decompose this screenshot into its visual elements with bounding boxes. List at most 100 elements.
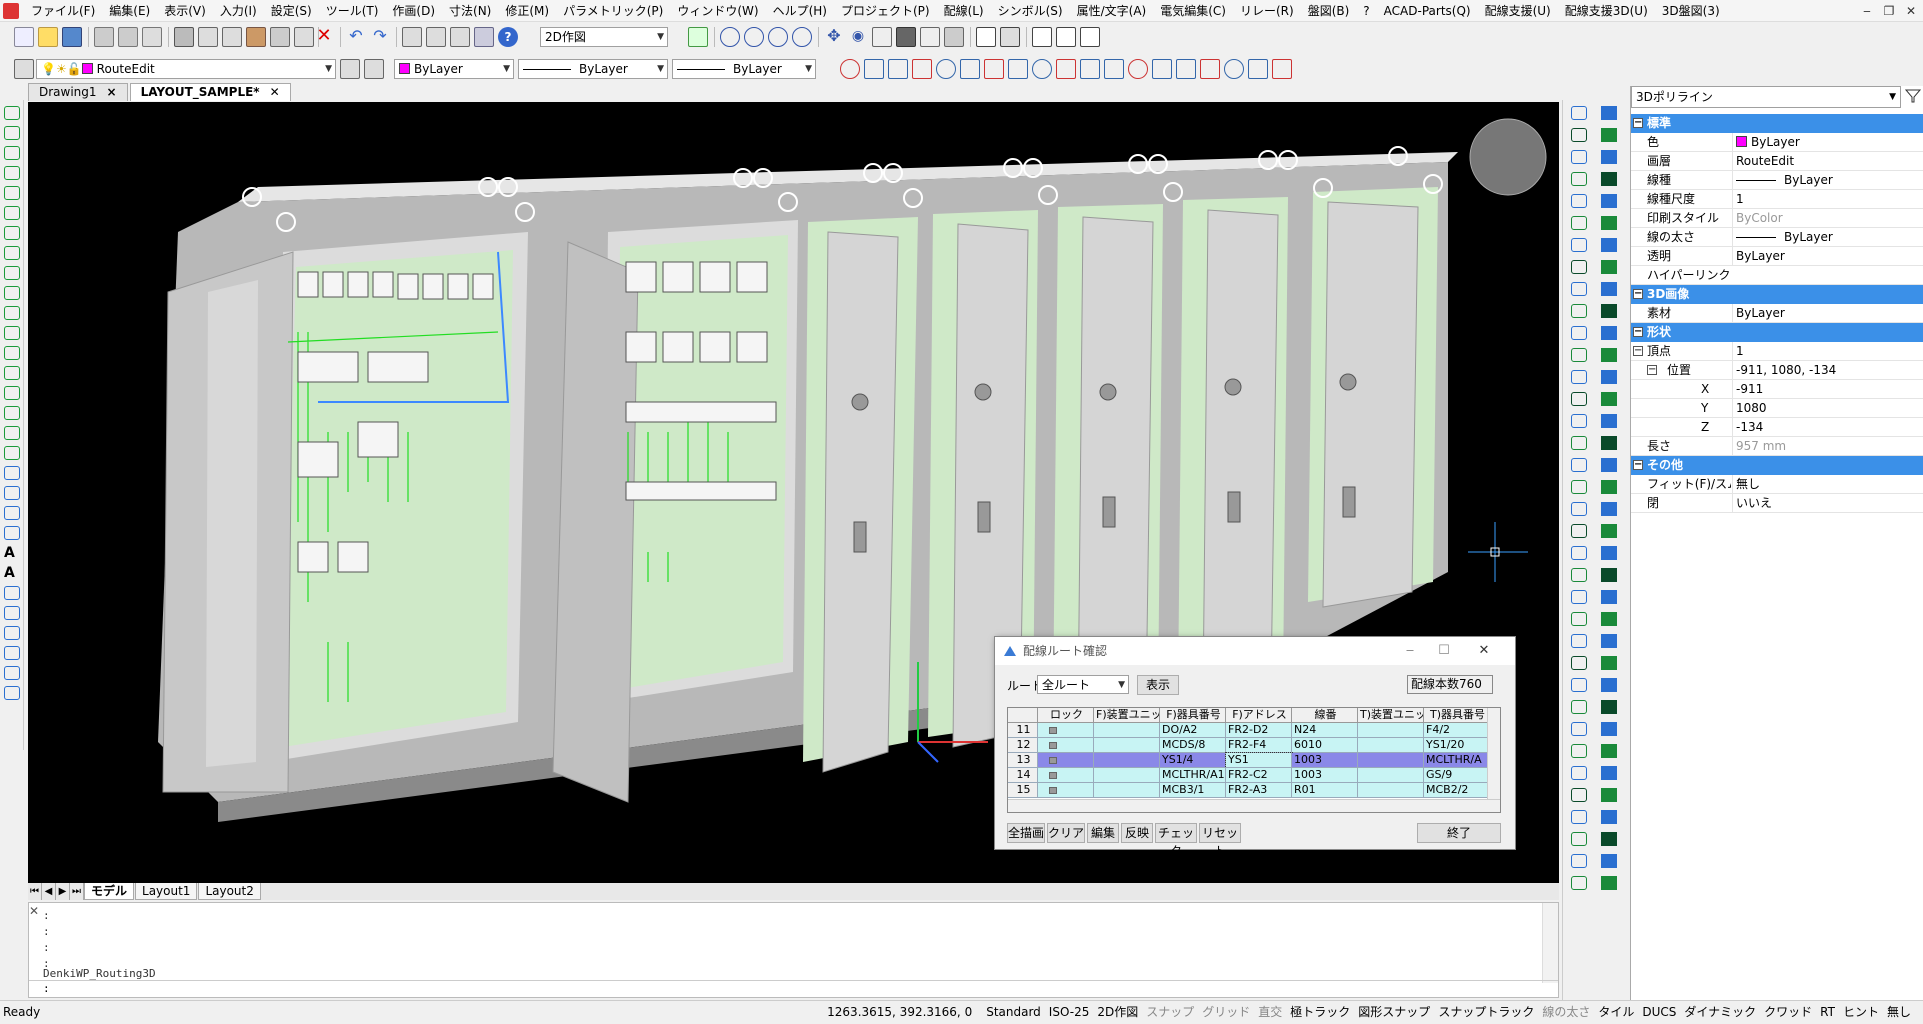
draw-tool-icon[interactable] [4, 606, 20, 620]
zoom-window-icon[interactable] [768, 27, 788, 47]
layer-previous-icon[interactable] [364, 59, 384, 79]
dialog-maximize-icon[interactable]: ☐ [1429, 637, 1459, 665]
menu-item[interactable]: シンボル(S) [991, 0, 1070, 22]
modify-tool-icon[interactable] [1571, 656, 1587, 670]
osnap-icon[interactable] [1272, 59, 1292, 79]
redo-icon[interactable]: ↷ [370, 27, 390, 47]
cell-f_dev[interactable]: DO/A2 [1160, 723, 1226, 738]
undo-icon[interactable]: ↶ [346, 27, 366, 47]
tab-model[interactable]: モデル [84, 883, 135, 900]
collapse-icon[interactable]: − [1633, 460, 1643, 470]
close-icon[interactable]: ✕ [1900, 2, 1922, 20]
modify-tool-icon[interactable] [1571, 612, 1587, 626]
modify-tool-icon[interactable] [1571, 854, 1587, 868]
open-icon[interactable] [38, 27, 58, 47]
routing-tool-icon[interactable] [1601, 656, 1617, 670]
cell-t_dev[interactable]: GS/9 [1424, 768, 1490, 783]
draw-tool-icon[interactable] [4, 206, 20, 220]
section-other[interactable]: − その他 [1631, 456, 1923, 475]
prop-position[interactable]: − 位置 -911, 1080, -134 [1631, 361, 1923, 380]
cell-f_addr[interactable]: FR2-D2 [1226, 723, 1292, 738]
menu-item[interactable]: 編集(E) [102, 0, 157, 22]
routing-tool-icon[interactable] [1601, 722, 1617, 736]
command-close-icon[interactable]: ✕ [29, 904, 39, 918]
quick-select-icon[interactable] [1905, 88, 1921, 104]
cell-t_dev[interactable]: MCLTHR/A [1424, 753, 1490, 768]
close-tab-icon[interactable]: × [107, 85, 117, 99]
prop-color[interactable]: 色 ByLayer [1631, 133, 1923, 152]
status-toggle[interactable]: ISO-25 [1045, 1001, 1094, 1024]
osnap-icon[interactable] [936, 59, 956, 79]
modify-tool-icon[interactable] [1571, 458, 1587, 472]
routing-tool-icon[interactable] [1601, 150, 1617, 164]
lineweight-combo[interactable]: ByLayer ▼ [672, 59, 816, 79]
draw-tool-icon[interactable] [4, 346, 20, 360]
routing-tool-icon[interactable] [1601, 304, 1617, 318]
dialog-button-5[interactable]: リセット [1199, 823, 1241, 858]
layer-combo[interactable]: 💡☀🔓 RouteEdit ▼ [36, 59, 336, 79]
draw-tool-icon[interactable] [4, 626, 20, 640]
close-tab-icon[interactable]: ✕ [270, 85, 280, 99]
osnap-icon[interactable] [1080, 59, 1100, 79]
lock-cell[interactable] [1038, 783, 1094, 798]
draw-tool-icon[interactable] [4, 446, 20, 460]
cell-wire[interactable]: N24 [1292, 723, 1358, 738]
status-toggle[interactable]: ヒント [1839, 1001, 1883, 1024]
routing-tool-icon[interactable] [1601, 172, 1617, 186]
color-combo[interactable]: ByLayer ▼ [394, 59, 514, 79]
menu-item[interactable]: リレー(R) [1233, 0, 1301, 22]
publish-icon[interactable] [142, 27, 162, 47]
draw-tool-icon[interactable] [4, 286, 20, 300]
draw-tool-icon[interactable] [4, 666, 20, 680]
status-toggle[interactable]: Standard [982, 1001, 1045, 1024]
draw-tool-icon[interactable] [4, 106, 20, 120]
dialog-button-2[interactable]: 編集 [1087, 823, 1119, 843]
routing-tool-icon[interactable] [1601, 832, 1617, 846]
coordinate-readout[interactable]: 1263.3615, 392.3166, 0 [823, 1001, 982, 1024]
menu-item[interactable]: 表示(V) [157, 0, 213, 22]
routing-tool-icon[interactable] [1601, 370, 1617, 384]
status-toggle[interactable]: グリッド [1198, 1001, 1254, 1024]
tab-layout2[interactable]: Layout2 [198, 883, 261, 900]
modify-tool-icon[interactable] [1571, 304, 1587, 318]
preview-icon[interactable] [118, 27, 138, 47]
draw-tool-icon[interactable] [4, 506, 20, 520]
draw-tool-icon[interactable] [4, 406, 20, 420]
cell-wire[interactable]: 6010 [1292, 738, 1358, 753]
menu-item[interactable]: ウィンドウ(W) [670, 0, 765, 22]
menu-item[interactable]: プロジェクト(P) [834, 0, 937, 22]
modify-tool-icon[interactable] [1571, 722, 1587, 736]
cell-wire[interactable]: R01 [1292, 783, 1358, 798]
menu-item[interactable]: 入力(I) [213, 0, 264, 22]
status-toggle[interactable]: ダイナミック [1680, 1001, 1760, 1024]
osnap-icon[interactable] [1176, 59, 1196, 79]
collapse-icon[interactable]: − [1633, 327, 1643, 337]
routing-tool-icon[interactable] [1601, 106, 1617, 120]
3d-box-icon[interactable] [976, 27, 996, 47]
routing-tool-icon[interactable] [1601, 678, 1617, 692]
osnap-icon[interactable] [960, 59, 980, 79]
status-toggle[interactable]: スナップトラック [1434, 1001, 1538, 1024]
cell-t_unit[interactable] [1358, 783, 1424, 798]
lock-cell[interactable] [1038, 753, 1094, 768]
zoom-in-icon[interactable] [720, 27, 740, 47]
status-toggle[interactable]: クワッド [1760, 1001, 1816, 1024]
status-toggle[interactable]: 図形スナップ [1354, 1001, 1434, 1024]
match-prop-icon[interactable] [246, 27, 266, 47]
modify-tool-icon[interactable] [1571, 480, 1587, 494]
routing-tool-icon[interactable] [1601, 810, 1617, 824]
pan-icon[interactable]: ✥ [824, 27, 844, 47]
modify-tool-icon[interactable] [1571, 832, 1587, 846]
table-row[interactable]: 11 DO/A2 FR2-D2 N24 F4/2 [1008, 723, 1500, 738]
modify-tool-icon[interactable] [1571, 128, 1587, 142]
tab-layout1[interactable]: Layout1 [135, 883, 198, 900]
cell-wire[interactable]: 1003 [1292, 768, 1358, 783]
routing-tool-icon[interactable] [1601, 238, 1617, 252]
routing-tool-icon[interactable] [1601, 392, 1617, 406]
status-toggle[interactable]: 線の太さ [1538, 1001, 1594, 1024]
orbit-icon[interactable]: ◉ [848, 27, 868, 47]
osnap-icon[interactable] [888, 59, 908, 79]
cell-t_unit[interactable] [1358, 768, 1424, 783]
routing-tool-icon[interactable] [1601, 590, 1617, 604]
modify-tool-icon[interactable] [1571, 260, 1587, 274]
